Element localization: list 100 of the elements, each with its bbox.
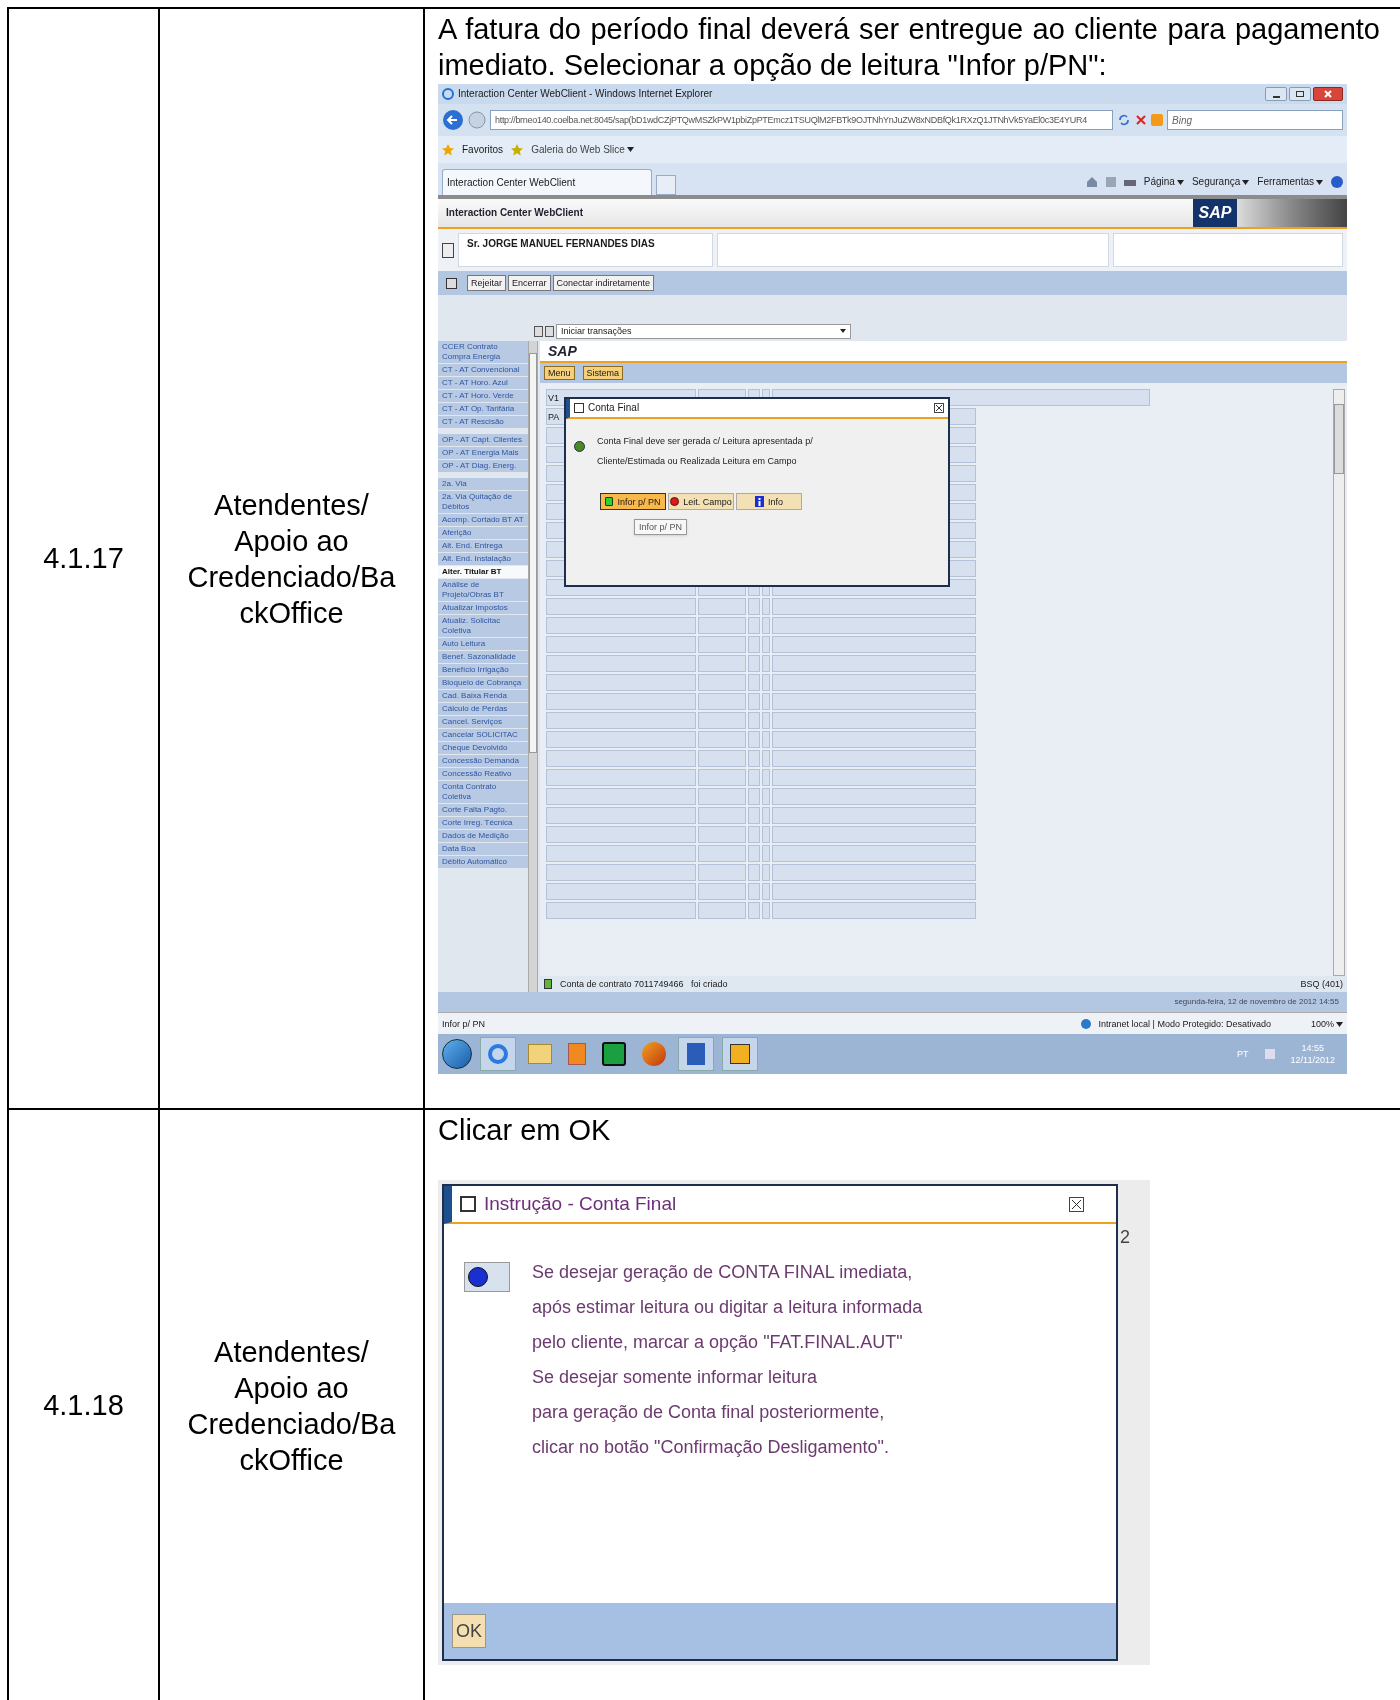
table-cell (762, 617, 770, 634)
table-cell (698, 902, 746, 919)
sidebar-item[interactable]: Cancelar SOLICITAC (438, 729, 528, 741)
browser-app-icon[interactable] (480, 1037, 516, 1071)
transactions-dropdown[interactable]: Iniciar transações (556, 323, 851, 339)
table-cell (748, 655, 760, 672)
sidebar-item[interactable]: Corte Falta Pagto. (438, 804, 528, 816)
sidebar-item[interactable]: Alter. Titular BT (438, 566, 528, 578)
sidebar-item[interactable]: Atualiz. Solicitac Coletiva (438, 615, 528, 637)
table-cell (762, 788, 770, 805)
close-icon[interactable] (1313, 87, 1343, 101)
field-label: PA (548, 410, 560, 423)
sidebar-item[interactable]: CT - AT Horo. Azul (438, 377, 528, 389)
sidebar-item[interactable]: Cancel. Serviços (438, 716, 528, 728)
sidebar-item[interactable]: Concessão Reativo (438, 768, 528, 780)
star-icon (442, 143, 454, 156)
refresh-icon[interactable] (1117, 113, 1131, 127)
sidebar-item[interactable]: CT - AT Convencional (438, 364, 528, 376)
home-icon[interactable] (1085, 176, 1098, 188)
table-cell (748, 883, 760, 900)
toolbar-menu[interactable]: Página (1143, 176, 1184, 188)
minimize-icon[interactable] (1265, 87, 1287, 101)
sidebar-item[interactable]: Débito Automático (438, 856, 528, 868)
action-button[interactable]: Rejeitar (467, 275, 506, 291)
dialog-button[interactable]: Leit. Campo (668, 493, 734, 510)
sidebar-item[interactable]: Atualizar Impostos (438, 602, 528, 614)
sidebar-item[interactable]: 2a. Via Quitação de Débitos (438, 491, 528, 513)
sidebar-item[interactable]: Cad. Baixa Renda (438, 690, 528, 702)
sidebar-item[interactable]: Aferição (438, 527, 528, 539)
table-cell (762, 712, 770, 729)
sidebar-item[interactable]: Auto Leitura (438, 638, 528, 650)
table-cell (698, 712, 746, 729)
dialog-icon (460, 1196, 476, 1212)
menu-button[interactable]: Sistema (582, 366, 624, 380)
sidebar-item[interactable]: Cheque Devolvido (438, 742, 528, 754)
web-slice-menu[interactable]: Galeria do Web Slice (531, 143, 634, 156)
dialog-button[interactable]: Infor p/ PN (600, 493, 666, 510)
sidebar-item[interactable]: CT - AT Op. Tarifária (438, 403, 528, 415)
search-field[interactable]: Bing (1167, 110, 1343, 130)
zoom-menu[interactable]: 100% (1310, 1017, 1343, 1030)
printer-icon[interactable] (1123, 177, 1136, 187)
sidebar-item[interactable]: Corte Irreg. Técnica (438, 817, 528, 829)
action-button[interactable]: Conectar indiretamente (552, 275, 655, 291)
sidebar-item[interactable]: Alt. End. Instalação (438, 553, 528, 565)
sidebar-item[interactable]: Benefício Irrigação (438, 664, 528, 676)
system-info: BSQ (401) (1300, 978, 1343, 990)
table-cell (698, 845, 746, 862)
sidebar-item[interactable]: CCER Contrato Compra Energia (438, 341, 528, 363)
table-cell (698, 617, 746, 634)
table-cell (698, 674, 746, 691)
sidebar-item[interactable]: Conta Contrato Coletiva (438, 781, 528, 803)
sidebar-item[interactable]: OP - AT Diag. Energ. (438, 460, 528, 472)
table-cell (748, 712, 760, 729)
dialog-message: Se desejar geração de CONTA FINAL imediata, (532, 1262, 914, 1283)
table-cell (762, 598, 770, 615)
dialog-message: clicar no botão "Confirmação Desligamento". (532, 1437, 890, 1458)
background-text: 2 (1120, 1226, 1131, 1249)
sidebar-item[interactable]: Acomp. Cortado BT AT (438, 514, 528, 526)
sidebar-item[interactable]: Dados de Medição (438, 830, 528, 842)
back-icon[interactable] (442, 109, 464, 131)
next-icon[interactable] (545, 325, 554, 337)
stop-icon[interactable] (1135, 114, 1147, 126)
table-cell (748, 617, 760, 634)
sidebar-item[interactable]: CT - AT Rescisão (438, 416, 528, 428)
sidebar-item[interactable]: CT - AT Horo. Verde (438, 390, 528, 402)
sidebar-item[interactable]: Bloqueio de Cobrança (438, 677, 528, 689)
scrollbar[interactable] (1333, 389, 1345, 976)
menu-button[interactable]: Menu (544, 366, 575, 380)
sidebar-item[interactable]: Data Boa (438, 843, 528, 855)
sidebar-item[interactable]: OP - AT Capt. Clientes (438, 434, 528, 446)
start-icon[interactable] (442, 1039, 472, 1069)
sidebar-item[interactable]: Concessão Demanda (438, 755, 528, 767)
sidebar-item[interactable]: Análise de Projeto/Obras BT (438, 579, 528, 601)
previous-icon[interactable] (534, 325, 543, 337)
toolbar-menu[interactable]: Segurança (1191, 176, 1250, 188)
scrollbar[interactable] (528, 341, 538, 992)
round-lamp-icon (670, 497, 680, 506)
sidebar-item[interactable]: 2a. Via (438, 478, 528, 490)
sidebar-item[interactable]: OP - AT Energia Mais (438, 447, 528, 459)
dialog-button[interactable]: Info (736, 493, 802, 510)
sidebar-item[interactable]: Benef. Sazonalidade (438, 651, 528, 663)
maximize-icon[interactable] (1289, 87, 1311, 101)
sidebar-item[interactable]: Alt. End. Entrega (438, 540, 528, 552)
toolbar-menu[interactable]: Ferramentas (1257, 176, 1323, 188)
table-cell (698, 655, 746, 672)
square-lamp-icon (605, 497, 614, 506)
folder-icon[interactable] (528, 1044, 552, 1064)
help-icon[interactable] (1331, 176, 1343, 188)
table-cell (698, 769, 746, 786)
table-cell (762, 845, 770, 862)
table-cell (748, 807, 760, 824)
close-icon[interactable] (934, 403, 944, 413)
browser-tab[interactable]: Interaction Center WebClient (442, 169, 652, 195)
close-icon[interactable] (1069, 1196, 1084, 1212)
address-field[interactable]: http://brneo140.coelba.net:8045/sap(bD1wdCZjPTQwMSZkPW1pbiZpPTEmcz1TSUQlM2FBTk9OJTNhYnJuZW8xNDBfQk1RXzQ1JTNhVk5YaEl0c3E4YUR4 (490, 110, 1113, 130)
action-button[interactable]: Encerrar (508, 275, 551, 291)
favorites-button[interactable]: Favoritos (462, 143, 504, 156)
ok-button[interactable]: OK (452, 1614, 486, 1648)
table-cell (748, 674, 760, 691)
sidebar-item[interactable]: Cálculo de Perdas (438, 703, 528, 715)
